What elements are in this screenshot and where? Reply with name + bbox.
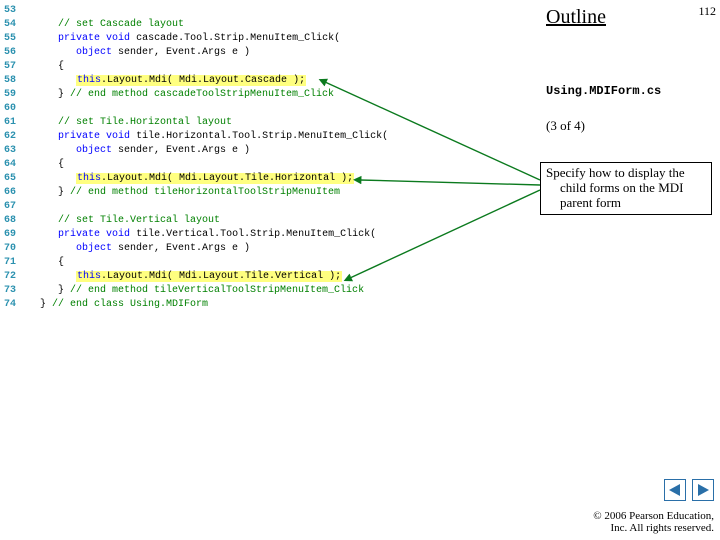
code-line: 60 bbox=[0, 102, 540, 116]
callout-text: Specify how to display the bbox=[546, 165, 685, 180]
line-number: 64 bbox=[0, 158, 22, 172]
code-line: 72 this.Layout.Mdi( Mdi.Layout.Tile.Vert… bbox=[0, 270, 540, 284]
outline-filename: Using.MDIForm.cs bbox=[546, 84, 716, 98]
code-line: 55 private void cascade.Tool.Strip.MenuI… bbox=[0, 32, 540, 46]
callout-text: child forms on the MDI bbox=[560, 181, 706, 196]
code-line: 67 bbox=[0, 200, 540, 214]
line-number: 67 bbox=[0, 200, 22, 214]
code-line: 61 // set Tile.Horizontal layout bbox=[0, 116, 540, 130]
footer-line: Inc. All rights reserved. bbox=[593, 522, 714, 534]
code-line: 59 } // end method cascadeToolStripMenuI… bbox=[0, 88, 540, 102]
code-line: 53 bbox=[0, 4, 540, 18]
line-number: 54 bbox=[0, 18, 22, 32]
code-line: 57 { bbox=[0, 60, 540, 74]
nav-buttons bbox=[662, 479, 714, 506]
line-number: 68 bbox=[0, 214, 22, 228]
line-number: 72 bbox=[0, 270, 22, 284]
line-number: 58 bbox=[0, 74, 22, 88]
line-number: 61 bbox=[0, 116, 22, 130]
code-line: 68 // set Tile.Vertical layout bbox=[0, 214, 540, 228]
line-number: 70 bbox=[0, 242, 22, 256]
outline-title: Outline bbox=[546, 6, 716, 29]
code-line: 54 // set Cascade layout bbox=[0, 18, 540, 32]
code-line: 64 { bbox=[0, 158, 540, 172]
code-line: 69 private void tile.Vertical.Tool.Strip… bbox=[0, 228, 540, 242]
line-number: 57 bbox=[0, 60, 22, 74]
outline-pager: (3 of 4) bbox=[546, 118, 716, 134]
line-number: 71 bbox=[0, 256, 22, 270]
callout-box: Specify how to display the child forms o… bbox=[540, 162, 712, 215]
triangle-left-icon bbox=[665, 480, 685, 500]
copyright-footer: © 2006 Pearson Education, Inc. All right… bbox=[593, 510, 714, 534]
line-number: 69 bbox=[0, 228, 22, 242]
code-listing: 53 54 // set Cascade layout 55 private v… bbox=[0, 4, 540, 312]
code-line: 74 } // end class Using.MDIForm bbox=[0, 298, 540, 312]
callout-text: parent form bbox=[560, 196, 706, 211]
prev-button[interactable] bbox=[664, 479, 686, 501]
line-number: 60 bbox=[0, 102, 22, 116]
line-number: 56 bbox=[0, 46, 22, 60]
line-number: 66 bbox=[0, 186, 22, 200]
code-line: 62 private void tile.Horizontal.Tool.Str… bbox=[0, 130, 540, 144]
line-number: 63 bbox=[0, 144, 22, 158]
code-line: 71 { bbox=[0, 256, 540, 270]
line-number: 55 bbox=[0, 32, 22, 46]
line-number: 62 bbox=[0, 130, 22, 144]
outline-panel: Outline Using.MDIForm.cs (3 of 4) bbox=[540, 0, 720, 134]
triangle-right-icon bbox=[693, 480, 713, 500]
code-line: 65 this.Layout.Mdi( Mdi.Layout.Tile.Hori… bbox=[0, 172, 540, 186]
line-number: 74 bbox=[0, 298, 22, 312]
code-line: 63 object sender, Event.Args e ) bbox=[0, 144, 540, 158]
code-line: 73 } // end method tileVerticalToolStrip… bbox=[0, 284, 540, 298]
code-line: 56 object sender, Event.Args e ) bbox=[0, 46, 540, 60]
code-line: 70 object sender, Event.Args e ) bbox=[0, 242, 540, 256]
code-line: 66 } // end method tileHorizontalToolStr… bbox=[0, 186, 540, 200]
footer-line: © 2006 Pearson Education, bbox=[593, 510, 714, 522]
next-button[interactable] bbox=[692, 479, 714, 501]
code-line: 58 this.Layout.Mdi( Mdi.Layout.Cascade )… bbox=[0, 74, 540, 88]
line-number: 59 bbox=[0, 88, 22, 102]
line-number: 65 bbox=[0, 172, 22, 186]
line-number: 53 bbox=[0, 4, 22, 18]
line-number: 73 bbox=[0, 284, 22, 298]
